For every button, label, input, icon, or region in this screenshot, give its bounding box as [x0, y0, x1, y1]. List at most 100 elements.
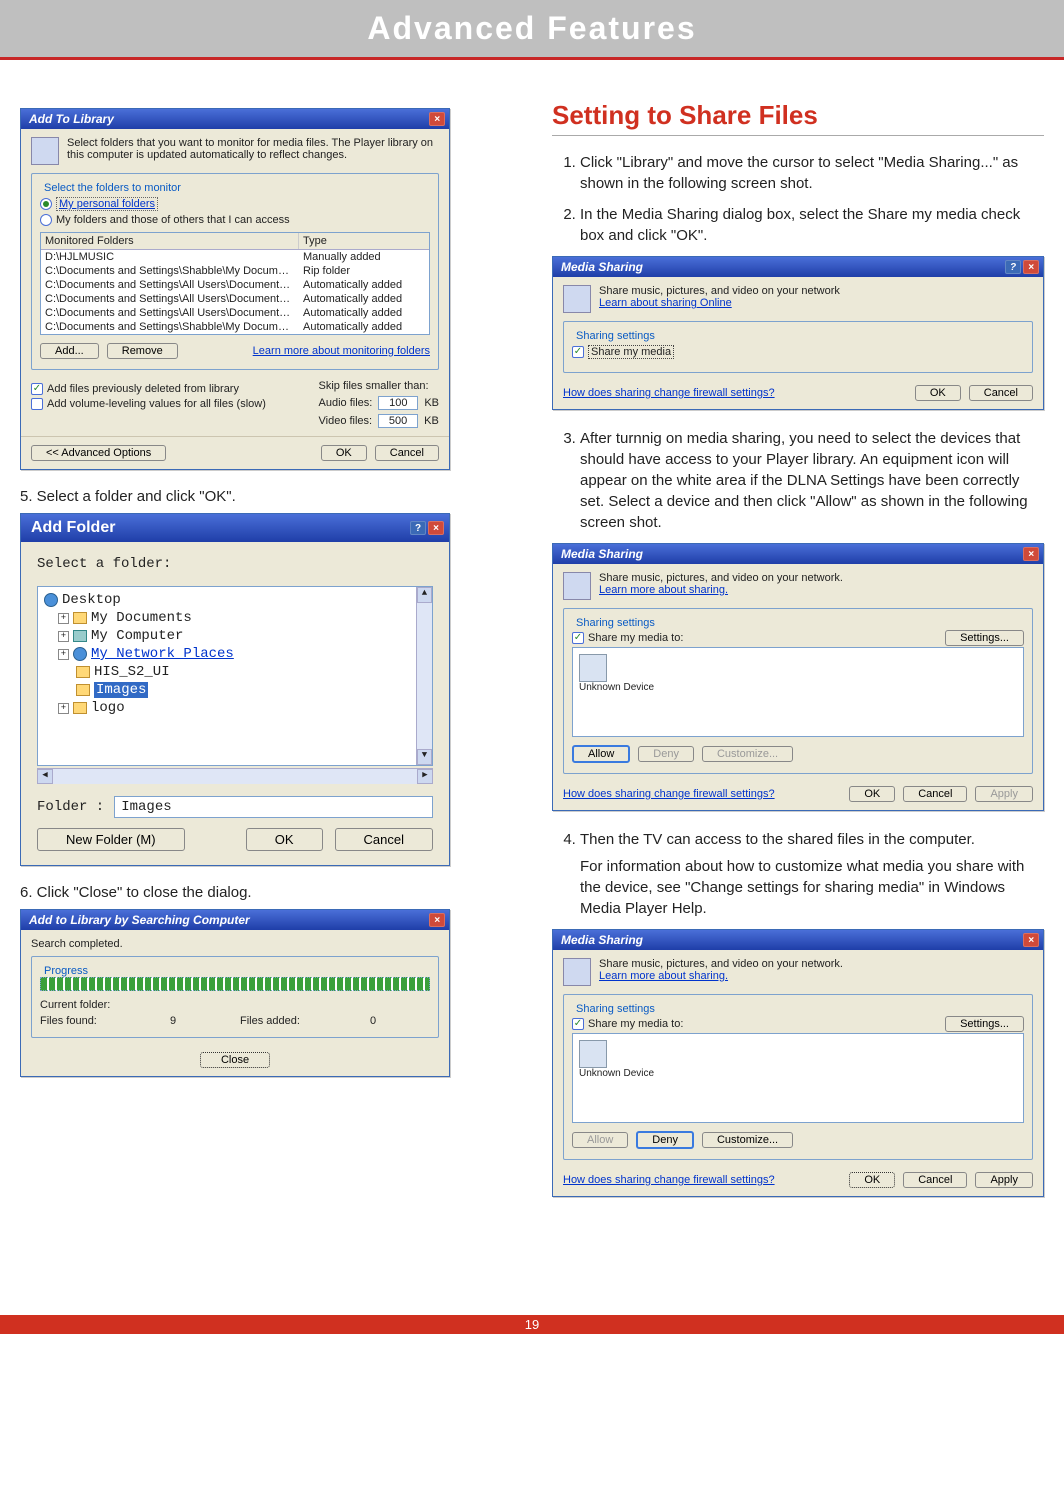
ok-button[interactable]: OK: [849, 1172, 895, 1188]
radio-my-and-others-folders[interactable]: My folders and those of others that I ca…: [40, 214, 430, 226]
device-icon[interactable]: [579, 654, 607, 682]
expand-icon[interactable]: +: [58, 631, 69, 642]
apply-button[interactable]: Apply: [975, 1172, 1033, 1188]
learn-more-link[interactable]: Learn more about monitoring folders: [253, 345, 430, 357]
help-icon[interactable]: ?: [410, 521, 426, 535]
list-row[interactable]: C:\Documents and Settings\All Users\Docu…: [41, 292, 429, 306]
close-icon[interactable]: ×: [1023, 547, 1039, 561]
learn-link[interactable]: Learn more about sharing.: [599, 584, 843, 596]
help-icon[interactable]: ?: [1005, 260, 1021, 274]
media-sharing-dialog-2: Media Sharing × Share music, pictures, a…: [552, 543, 1044, 811]
apply-button[interactable]: Apply: [975, 786, 1033, 802]
chk-add-prev-deleted[interactable]: ✓ Add files previously deleted from libr…: [31, 383, 289, 395]
cancel-button[interactable]: Cancel: [335, 828, 433, 851]
kb-label: KB: [424, 397, 439, 409]
radio-my-personal-folders[interactable]: My personal folders: [40, 197, 430, 211]
close-icon[interactable]: ×: [1023, 933, 1039, 947]
new-folder-button[interactable]: New Folder (M): [37, 828, 185, 851]
remove-button[interactable]: Remove: [107, 343, 178, 359]
audio-size-input[interactable]: 100: [378, 396, 418, 410]
tree-item-logo[interactable]: +logo: [44, 699, 426, 717]
close-icon[interactable]: ×: [1023, 260, 1039, 274]
list-row[interactable]: C:\Documents and Settings\Shabble\My Doc…: [41, 320, 429, 334]
list-row[interactable]: C:\Documents and Settings\All Users\Docu…: [41, 306, 429, 320]
cancel-button[interactable]: Cancel: [969, 385, 1033, 401]
checkbox-icon: ✓: [572, 1018, 584, 1030]
search-complete-dialog: Add to Library by Searching Computer × S…: [20, 909, 450, 1077]
folder-tree[interactable]: Desktop +My Documents +My Computer +My N…: [37, 586, 433, 766]
dialog-titlebar: Add To Library ×: [21, 109, 449, 129]
advanced-options-button[interactable]: << Advanced Options: [31, 445, 166, 461]
add-button[interactable]: Add...: [40, 343, 99, 359]
close-button[interactable]: Close: [200, 1052, 270, 1068]
tree-item-mynet[interactable]: +My Network Places: [44, 645, 426, 663]
expand-icon[interactable]: +: [58, 649, 69, 660]
allow-button[interactable]: Allow: [572, 745, 630, 763]
dialog-title: Add to Library by Searching Computer: [29, 913, 250, 927]
tree-item-images[interactable]: Images: [44, 681, 426, 699]
close-icon[interactable]: ×: [428, 521, 444, 535]
allow-button[interactable]: Allow: [572, 1132, 628, 1148]
customize-button[interactable]: Customize...: [702, 1132, 793, 1148]
settings-button[interactable]: Settings...: [945, 1016, 1024, 1032]
list-row[interactable]: C:\Documents and Settings\Shabble\My Doc…: [41, 264, 429, 278]
col-folders: Monitored Folders: [41, 233, 299, 249]
folder-name-input[interactable]: Images: [114, 796, 433, 818]
settings-button[interactable]: Settings...: [945, 630, 1024, 646]
chk-share-my-media-to[interactable]: ✓ Share my media to:: [572, 1018, 683, 1030]
cancel-button[interactable]: Cancel: [903, 786, 967, 802]
ok-button[interactable]: OK: [915, 385, 961, 401]
tree-item-mydocs[interactable]: +My Documents: [44, 609, 426, 627]
chk-volume-leveling[interactable]: Add volume-leveling values for all files…: [31, 398, 289, 410]
checkbox-icon: ✓: [572, 632, 584, 644]
learn-link[interactable]: Learn more about sharing.: [599, 970, 843, 982]
deny-button[interactable]: Deny: [638, 746, 694, 762]
dialog-title: Media Sharing: [561, 547, 643, 561]
expand-icon[interactable]: +: [58, 613, 69, 624]
page-banner: Advanced Features: [0, 0, 1064, 60]
chk-share-my-media[interactable]: ✓ Share my media: [572, 345, 1024, 359]
scroll-left-icon[interactable]: ◀: [37, 769, 53, 784]
cancel-button[interactable]: Cancel: [375, 445, 439, 461]
folder-icon: [76, 666, 90, 678]
video-size-input[interactable]: 500: [378, 414, 418, 428]
step-4-text: Then the TV can access to the shared fil…: [580, 829, 1044, 919]
list-row[interactable]: C:\Documents and Settings\All Users\Docu…: [41, 278, 429, 292]
devices-list[interactable]: Unknown Device: [572, 1033, 1024, 1123]
devices-list[interactable]: Unknown Device: [572, 647, 1024, 737]
ok-button[interactable]: OK: [246, 828, 323, 851]
firewall-link[interactable]: How does sharing change firewall setting…: [563, 387, 775, 399]
expand-icon[interactable]: +: [58, 703, 69, 714]
checkbox-label: Share my media to:: [588, 1018, 683, 1030]
dialog-titlebar: Add to Library by Searching Computer ×: [21, 910, 449, 930]
tree-item-desktop[interactable]: Desktop: [44, 591, 426, 609]
customize-button[interactable]: Customize...: [702, 746, 793, 762]
firewall-link[interactable]: How does sharing change firewall setting…: [563, 1174, 775, 1186]
scroll-down-icon[interactable]: ▼: [417, 749, 432, 765]
device-icon[interactable]: [579, 1040, 607, 1068]
tree-item-mycomp[interactable]: +My Computer: [44, 627, 426, 645]
monitored-folders-list[interactable]: Monitored Folders Type D:\HJLMUSICManual…: [40, 232, 430, 335]
cancel-button[interactable]: Cancel: [903, 1172, 967, 1188]
chk-share-my-media-to[interactable]: ✓ Share my media to:: [572, 632, 683, 644]
device-label: Unknown Device: [579, 682, 654, 693]
ok-button[interactable]: OK: [321, 445, 367, 461]
scroll-up-icon[interactable]: ▲: [417, 587, 432, 603]
horizontal-scrollbar[interactable]: ◀ ▶: [37, 768, 433, 784]
learn-link[interactable]: Learn about sharing Online: [599, 297, 840, 309]
checkbox-label: Add files previously deleted from librar…: [47, 383, 239, 395]
deny-button[interactable]: Deny: [636, 1131, 694, 1149]
firewall-link[interactable]: How does sharing change firewall setting…: [563, 788, 775, 800]
scroll-right-icon[interactable]: ▶: [417, 769, 433, 784]
col-type: Type: [299, 233, 429, 249]
network-icon: [73, 647, 87, 661]
page-number: 19: [0, 1315, 1064, 1334]
ok-button[interactable]: OK: [849, 786, 895, 802]
close-icon[interactable]: ×: [429, 913, 445, 927]
close-icon[interactable]: ×: [429, 112, 445, 126]
list-row[interactable]: D:\HJLMUSICManually added: [41, 250, 429, 264]
vertical-scrollbar[interactable]: ▲ ▼: [416, 587, 432, 765]
tree-item-his[interactable]: HIS_S2_UI: [44, 663, 426, 681]
step-1-text: Click "Library" and move the cursor to s…: [580, 152, 1044, 194]
dialog-titlebar: Add Folder ? ×: [21, 514, 449, 542]
